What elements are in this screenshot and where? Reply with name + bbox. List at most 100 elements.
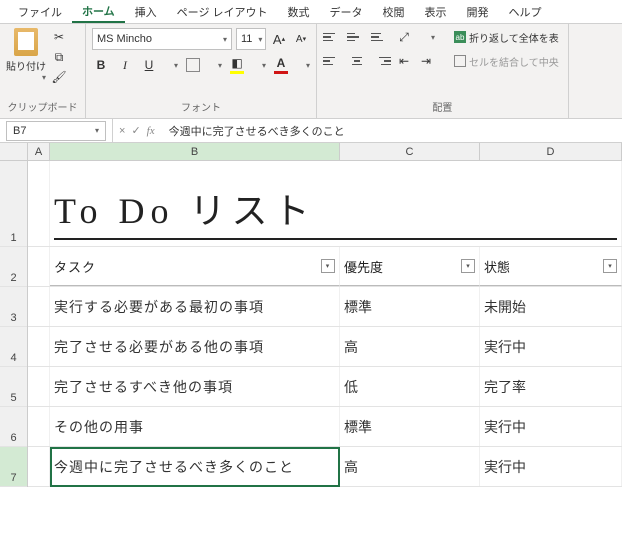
cell[interactable]: 実行中	[480, 447, 622, 486]
merge-label: セルを結合して中央	[469, 54, 559, 69]
cell-selected[interactable]: 今週中に完了させるべき多くのこと	[50, 447, 340, 486]
row-header-5[interactable]: 5	[0, 367, 27, 407]
cell[interactable]	[28, 287, 50, 326]
menu-bar: ファイル ホーム 挿入 ページ レイアウト 数式 データ 校閲 表示 開発 ヘル…	[0, 0, 622, 24]
cell[interactable]: 実行する必要がある最初の事項	[50, 287, 340, 326]
col-header-B[interactable]: B	[50, 143, 340, 160]
cell[interactable]	[28, 247, 50, 286]
cell[interactable]: 高	[340, 447, 480, 486]
cell-header-task[interactable]: タスク▾	[50, 247, 340, 286]
cell-title[interactable]: To Do リスト	[50, 161, 622, 246]
paste-icon	[14, 28, 38, 56]
fx-icon[interactable]: fx	[147, 125, 155, 137]
chevron-down-icon[interactable]: ▾	[256, 61, 266, 70]
chevron-down-icon[interactable]: ▾	[425, 33, 435, 42]
filter-button[interactable]: ▾	[461, 259, 475, 273]
column-headers: A B C D	[28, 143, 622, 161]
cell-header-status[interactable]: 状態▾	[480, 247, 622, 286]
filter-button[interactable]: ▾	[321, 259, 335, 273]
menu-view[interactable]: 表示	[415, 2, 457, 22]
chevron-down-icon[interactable]: ▾	[89, 126, 99, 135]
menu-home[interactable]: ホーム	[72, 1, 125, 23]
cell[interactable]: 低	[340, 367, 480, 406]
chevron-down-icon[interactable]: ▾	[36, 73, 46, 82]
cells-area[interactable]: To Do リスト タスク▾ 優先度▾ 状態▾ 実行する必要がある最初の事項	[28, 161, 622, 487]
font-size-value: 11	[241, 33, 252, 45]
font-color-button[interactable]: A	[272, 56, 290, 74]
menu-insert[interactable]: 挿入	[125, 2, 167, 22]
ribbon-group-clipboard: 貼り付け ▾ ✂ ⧉ 🖌 クリップボード	[0, 24, 86, 118]
chevron-down-icon[interactable]: ▾	[168, 61, 178, 70]
row-header-7[interactable]: 7	[0, 447, 27, 487]
cut-icon[interactable]: ✂	[50, 28, 68, 46]
font-name-combo[interactable]: MS Mincho ▾	[92, 28, 232, 50]
increase-indent-button[interactable]: ⇥	[417, 52, 435, 70]
menu-page-layout[interactable]: ページ レイアウト	[167, 2, 278, 22]
confirm-formula-button[interactable]: ✓	[131, 124, 140, 137]
grow-font-button[interactable]: A▴	[270, 30, 288, 48]
fill-color-button[interactable]: ◧	[228, 56, 246, 74]
align-top-button[interactable]	[323, 29, 343, 45]
cell[interactable]: 実行中	[480, 407, 622, 446]
worksheet: A B C D 1 2 3 4 5 6 7 To Do リスト	[0, 143, 622, 487]
filter-button[interactable]: ▾	[603, 259, 617, 273]
copy-icon[interactable]: ⧉	[50, 48, 68, 66]
wrap-icon: ab	[454, 31, 466, 43]
row-header-4[interactable]: 4	[0, 327, 27, 367]
cancel-formula-button[interactable]: ×	[119, 125, 125, 137]
cell[interactable]: 標準	[340, 407, 480, 446]
row-header-3[interactable]: 3	[0, 287, 27, 327]
row-header-1[interactable]: 1	[0, 161, 27, 247]
bold-button[interactable]: B	[92, 56, 110, 74]
decrease-indent-button[interactable]: ⇤	[395, 52, 413, 70]
cell[interactable]	[28, 161, 50, 246]
align-middle-button[interactable]	[347, 29, 367, 45]
cell[interactable]: 完了させるすべき他の事項	[50, 367, 340, 406]
menu-review[interactable]: 校閲	[373, 2, 415, 22]
align-center-button[interactable]	[347, 53, 367, 69]
col-header-A[interactable]: A	[28, 143, 50, 160]
font-size-combo[interactable]: 11 ▾	[236, 28, 266, 50]
chevron-down-icon[interactable]: ▾	[212, 61, 222, 70]
underline-button[interactable]: U	[140, 56, 158, 74]
name-box[interactable]: B7 ▾	[6, 121, 106, 141]
cell[interactable]: 高	[340, 327, 480, 366]
formula-input[interactable]: 今週中に完了させるべき多くのこと	[161, 123, 622, 139]
align-right-button[interactable]	[371, 53, 391, 69]
chevron-down-icon[interactable]: ▾	[217, 35, 227, 44]
cell[interactable]: 標準	[340, 287, 480, 326]
menu-help[interactable]: ヘルプ	[499, 2, 552, 22]
row-header-2[interactable]: 2	[0, 247, 27, 287]
cell[interactable]	[28, 447, 50, 486]
align-bottom-button[interactable]	[371, 29, 391, 45]
menu-data[interactable]: データ	[320, 2, 373, 22]
row-header-6[interactable]: 6	[0, 407, 27, 447]
cell[interactable]	[28, 327, 50, 366]
align-left-button[interactable]	[323, 53, 343, 69]
orientation-button[interactable]: ⤢	[395, 28, 413, 46]
cell[interactable]: 実行中	[480, 327, 622, 366]
wrap-text-button[interactable]: ab 折り返して全体を表	[451, 29, 562, 46]
name-box-value: B7	[13, 125, 26, 137]
cell[interactable]: その他の用事	[50, 407, 340, 446]
merge-center-button[interactable]: セルを結合して中央	[451, 53, 562, 70]
col-header-C[interactable]: C	[340, 143, 480, 160]
chevron-down-icon[interactable]: ▾	[300, 61, 310, 70]
chevron-down-icon[interactable]: ▾	[252, 35, 262, 44]
italic-button[interactable]: I	[116, 56, 134, 74]
col-header-D[interactable]: D	[480, 143, 622, 160]
shrink-font-button[interactable]: A▾	[292, 30, 310, 48]
cell[interactable]: 完了率	[480, 367, 622, 406]
cell-header-priority[interactable]: 優先度▾	[340, 247, 480, 286]
cell[interactable]	[28, 407, 50, 446]
select-all-corner[interactable]	[0, 143, 28, 161]
format-painter-icon[interactable]: 🖌	[50, 68, 68, 86]
menu-formulas[interactable]: 数式	[278, 2, 320, 22]
cell[interactable]	[28, 367, 50, 406]
border-button[interactable]	[184, 56, 202, 74]
menu-file[interactable]: ファイル	[8, 2, 72, 22]
paste-button[interactable]: 貼り付け ▾	[6, 28, 46, 82]
cell[interactable]: 未開始	[480, 287, 622, 326]
menu-developer[interactable]: 開発	[457, 2, 499, 22]
cell[interactable]: 完了させる必要がある他の事項	[50, 327, 340, 366]
